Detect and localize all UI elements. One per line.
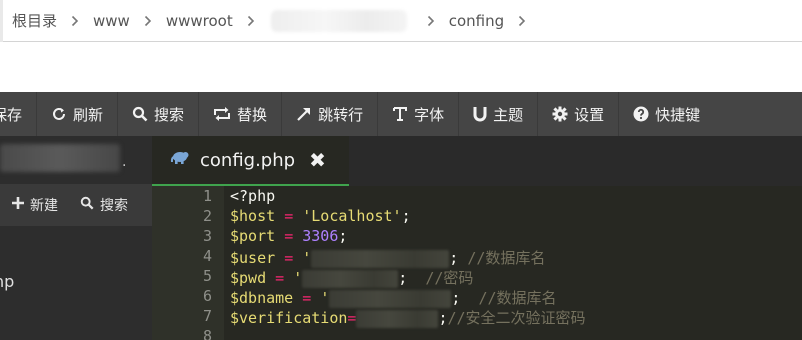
search-button[interactable]: 搜索 — [118, 92, 200, 136]
new-file-button[interactable]: 新建 — [0, 195, 58, 215]
chevron-right-icon — [71, 15, 79, 27]
sidebar-actions: 新建 搜索 — [0, 184, 152, 226]
replace-button[interactable]: 替换 — [199, 92, 283, 136]
font-button[interactable]: 字体 — [378, 92, 460, 136]
breadcrumb-item-confing[interactable]: confing — [449, 12, 504, 30]
user-value-redacted — [311, 249, 450, 268]
dbname-value-redacted — [329, 289, 452, 308]
verification-value-redacted — [356, 309, 439, 328]
theme-icon — [473, 106, 487, 122]
save-label: 保存 — [0, 105, 23, 124]
breadcrumb: 根目录 www wwwroot confing — [0, 0, 802, 42]
code-line-3: $port = 3306; — [230, 227, 348, 245]
shortcuts-button[interactable]: 快捷键 — [619, 92, 714, 136]
refresh-label: 刷新 — [73, 105, 104, 124]
goto-line-label: 跳转行 — [318, 105, 364, 124]
breadcrumb-item-root[interactable]: 根目录 — [12, 10, 57, 31]
sidebar-search-label: 搜索 — [100, 198, 128, 214]
code-line-2: $host = 'Localhost'; — [230, 207, 411, 225]
line-number: 2 — [202, 207, 212, 225]
chevron-right-icon — [144, 15, 152, 27]
var-host: $host — [230, 207, 276, 225]
code-line-1: <?php — [230, 187, 275, 205]
breadcrumb-item-wwwroot[interactable]: wwwroot — [166, 12, 233, 30]
theme-button[interactable]: 主题 — [459, 92, 539, 136]
blank-area — [0, 43, 802, 92]
line-number-gutter: 1 2 3 4 5 6 7 8 — [152, 186, 224, 340]
search-label: 搜索 — [154, 105, 185, 124]
line-number: 5 — [202, 267, 212, 285]
pwd-value-redacted — [302, 269, 399, 288]
line-number: 8 — [202, 327, 212, 340]
replace-icon — [213, 106, 231, 122]
chevron-right-icon — [247, 15, 255, 27]
replace-label: 替换 — [237, 105, 268, 124]
sidebar-file-item[interactable]: hp — [0, 272, 14, 291]
var-verification: $verification — [230, 309, 348, 327]
sidebar-dot: . — [122, 154, 127, 170]
code-line-4: $user = '; //数据库名 — [230, 249, 546, 268]
save-button[interactable]: 保存 — [0, 92, 38, 136]
code-line-6: $dbname = '; //数据库名 — [230, 289, 557, 308]
breadcrumb-item-redacted[interactable] — [270, 9, 407, 32]
settings-button[interactable]: 设置 — [538, 92, 620, 136]
tab-filename: config.php — [200, 149, 296, 171]
theme-label: 主题 — [493, 105, 524, 124]
goto-line-button[interactable]: 跳转行 — [282, 92, 379, 136]
host-value: 'Localhost' — [302, 207, 402, 225]
line-number: 4 — [202, 247, 212, 265]
chevron-right-icon — [427, 15, 435, 27]
search-icon — [80, 196, 94, 214]
chevron-right-icon — [518, 15, 526, 27]
refresh-button[interactable]: 刷新 — [37, 92, 119, 136]
code-editor[interactable]: 1 2 3 4 5 6 7 8 <?php $host = 'Localhost… — [152, 186, 802, 340]
editor-tabstrip: config.php ✖ — [152, 136, 802, 186]
php-elephant-icon — [170, 150, 190, 170]
search-icon — [132, 106, 148, 122]
sidebar-path-redacted — [0, 144, 120, 172]
tab-config-php[interactable]: config.php ✖ — [152, 136, 349, 186]
sidebar-search-button[interactable]: 搜索 — [58, 195, 128, 215]
settings-label: 设置 — [574, 105, 605, 124]
line-number: 3 — [202, 227, 212, 245]
editor-toolbar: 保存 刷新 搜索 替换 跳转行 字体 主题 — [0, 92, 802, 136]
dbname-comment: //数据库名 — [478, 289, 557, 307]
user-comment: //数据库名 — [467, 249, 546, 267]
font-icon — [392, 106, 408, 122]
line-number: 1 — [202, 187, 212, 205]
var-pwd: $pwd — [230, 269, 267, 287]
close-icon[interactable]: ✖ — [309, 150, 326, 170]
verification-comment: //安全二次验证密码 — [447, 309, 586, 327]
help-icon — [633, 106, 649, 122]
line-number: 7 — [202, 307, 212, 325]
plus-icon — [12, 197, 24, 213]
var-port: $port — [230, 227, 276, 245]
refresh-icon — [51, 106, 67, 122]
sidebar-header: . — [0, 136, 152, 184]
gear-icon — [552, 106, 568, 122]
var-dbname: $dbname — [230, 289, 294, 307]
code-line-7: $verification= ;//安全二次验证密码 — [230, 309, 586, 328]
font-label: 字体 — [414, 105, 445, 124]
line-number: 6 — [202, 287, 212, 305]
goto-line-icon — [296, 106, 312, 122]
new-file-label: 新建 — [30, 198, 58, 214]
pwd-comment: //密码 — [425, 269, 474, 287]
file-sidebar: . 新建 搜索 hp — [0, 136, 152, 340]
breadcrumb-item-www[interactable]: www — [93, 12, 130, 30]
var-user: $user — [230, 249, 276, 267]
shortcuts-label: 快捷键 — [655, 105, 701, 124]
php-open-tag: <?php — [230, 187, 276, 205]
port-value: 3306 — [302, 227, 339, 245]
code-line-5: $pwd = '; //密码 — [230, 269, 474, 288]
